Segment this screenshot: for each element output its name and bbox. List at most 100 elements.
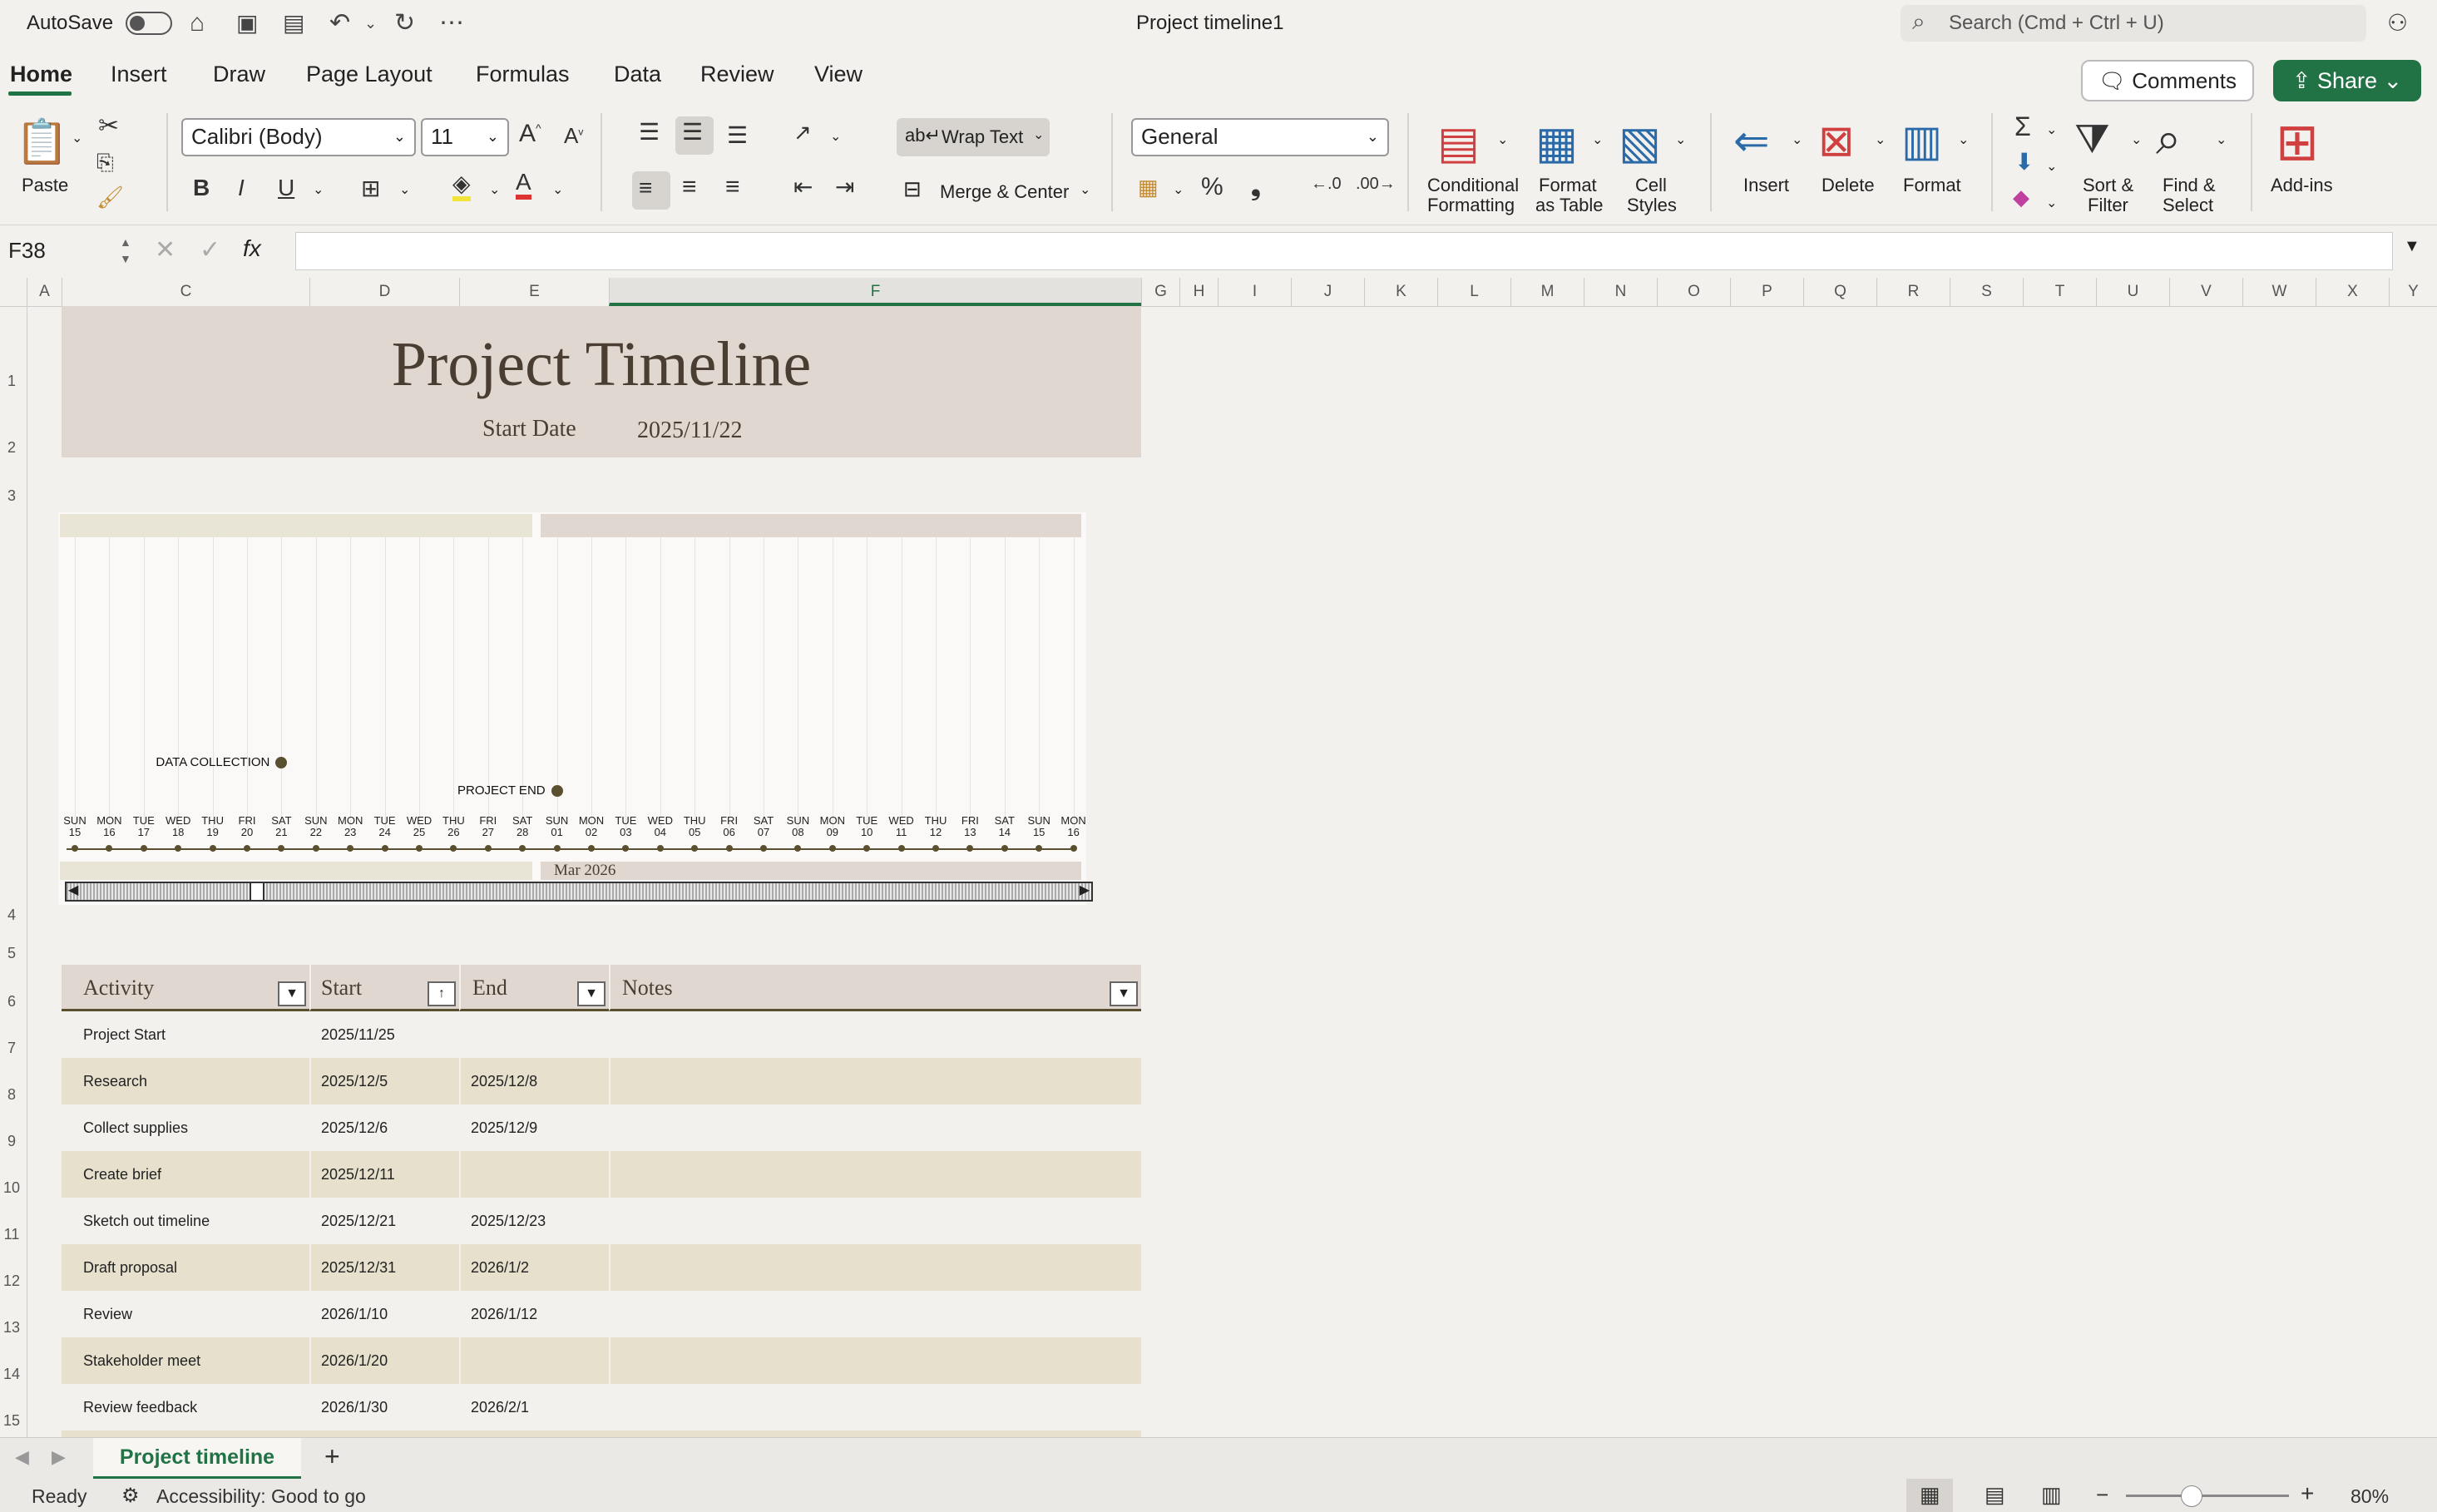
prev-sheet-icon[interactable]: ◀ [15,1446,29,1468]
chevron-down-icon[interactable]: ⌄ [2046,195,2057,211]
format-painter-icon[interactable]: 🖌 [96,185,124,210]
cell-start[interactable]: 2025/11/25 [321,1011,395,1058]
comma-style-icon[interactable]: ❟ [1251,173,1261,201]
conditional-formatting-label-1[interactable]: Conditional [1427,175,1519,195]
table-row[interactable]: Stakeholder meet 2026/1/20 [62,1337,1141,1384]
row-header[interactable]: 12 [0,1272,23,1290]
orientation-icon[interactable]: ↗ [793,120,812,146]
column-header[interactable]: K [1364,278,1437,306]
normal-view-button[interactable]: ▦ [1906,1479,1953,1512]
cut-icon[interactable]: ✂ [98,111,119,141]
table-row[interactable]: Collect supplies 2025/12/6 2025/12/9 [62,1104,1141,1151]
save-icon[interactable]: ▣ [236,0,258,47]
name-box-stepper-icon[interactable]: ▲ ▼ [120,234,131,267]
cell-end[interactable]: 2025/12/23 [471,1198,546,1244]
chevron-down-icon[interactable]: ⌄ [1958,131,1969,148]
sort-filter-label-2[interactable]: Filter [2088,195,2128,215]
cell-styles-icon[interactable]: ▧ [1619,116,1661,169]
cell-styles-label-2[interactable]: Styles [1627,195,1677,215]
row-header[interactable]: 2 [0,439,23,457]
column-header[interactable]: N [1584,278,1657,306]
column-header[interactable]: T [2023,278,2096,306]
cell-activity[interactable]: Review feedback [83,1384,197,1430]
tab-insert[interactable]: Insert [111,62,167,87]
conditional-formatting-icon[interactable]: ▤ [1437,116,1480,169]
chevron-down-icon[interactable]: ⌄ [2131,131,2142,148]
delete-cells-label[interactable]: Delete [1822,175,1875,195]
tab-review[interactable]: Review [700,62,774,87]
chevron-down-icon[interactable]: ⌄ [2046,121,2057,138]
cell-start[interactable]: 2025/12/6 [321,1104,388,1151]
format-as-table-icon[interactable]: ▦ [1535,116,1578,169]
sheet-tab-project-timeline[interactable]: Project timeline [93,1438,301,1480]
row-header[interactable]: 5 [0,945,23,962]
row-header[interactable]: 9 [0,1133,23,1150]
cell-styles-label-1[interactable]: Cell [1635,175,1667,195]
comments-button[interactable]: 🗨 Comments [2081,60,2254,101]
paste-dropdown-icon[interactable]: ⌄ [72,130,82,146]
filter-dropdown-icon[interactable]: ▼ [577,981,606,1006]
zoom-slider[interactable] [2126,1495,2289,1497]
cell-start[interactable]: 2025/12/11 [321,1151,395,1198]
add-ins-label[interactable]: Add-ins [2271,175,2333,195]
zoom-slider-thumb[interactable] [2181,1485,2202,1507]
column-header[interactable]: V [2169,278,2242,306]
name-box[interactable]: F38 [5,232,133,269]
column-header[interactable]: W [2242,278,2316,306]
formula-input[interactable] [295,232,2393,270]
next-sheet-icon[interactable]: ▶ [52,1446,66,1468]
cell-start[interactable]: 2026/1/30 [321,1384,388,1430]
fill-icon[interactable]: ⬇ [2014,148,2034,175]
autosave-toggle[interactable] [126,12,172,35]
italic-button[interactable]: I [238,175,245,201]
row-header[interactable]: 3 [0,487,23,505]
underline-button[interactable]: U [278,175,294,201]
row-header[interactable]: 4 [0,907,23,924]
tab-draw[interactable]: Draw [213,62,265,87]
autosum-icon[interactable]: Σ [2014,111,2031,142]
table-row[interactable]: Review feedback 2026/1/30 2026/2/1 [62,1384,1141,1430]
align-center-icon[interactable]: ≡ [682,173,697,201]
column-header[interactable]: A [27,278,62,306]
chevron-down-icon[interactable]: ⌄ [2046,158,2057,175]
row-header[interactable]: 6 [0,993,23,1010]
insert-cells-label[interactable]: Insert [1743,175,1789,195]
column-header[interactable]: D [309,278,459,306]
clear-icon[interactable]: ◆ [2013,185,2029,210]
undo-dropdown-icon[interactable]: ⌄ [364,0,377,47]
merge-center-icon[interactable]: ⊟ [903,176,922,202]
column-header[interactable]: P [1730,278,1803,306]
chevron-down-icon[interactable]: ⌄ [1792,131,1802,148]
column-header[interactable]: L [1437,278,1510,306]
column-header[interactable]: O [1657,278,1730,306]
expand-formula-icon[interactable]: ▼ [2404,237,2420,256]
more-icon[interactable]: ⋯ [439,0,464,47]
row-header[interactable]: 14 [0,1366,23,1383]
number-format-select[interactable]: General ⌄ [1131,118,1389,156]
insert-function-button[interactable]: fx [243,235,261,262]
tab-view[interactable]: View [814,62,863,87]
column-header[interactable]: R [1876,278,1950,306]
chevron-down-icon[interactable]: ⌄ [1675,131,1686,148]
borders-icon[interactable]: ⊞ [361,175,380,202]
format-cells-icon[interactable]: ▥ [1901,116,1942,166]
page-layout-view-icon[interactable]: ▤ [1985,1482,2005,1508]
increase-decimal-icon[interactable]: ←.0 [1311,175,1342,194]
chevron-down-icon[interactable]: ⌄ [1875,131,1886,148]
underline-dropdown-icon[interactable]: ⌄ [313,181,324,198]
find-select-label-2[interactable]: Select [2163,195,2213,215]
row-header[interactable]: 13 [0,1319,23,1337]
chevron-down-icon[interactable]: ⌄ [2216,131,2227,148]
font-color-icon[interactable]: A [516,170,531,200]
redo-icon[interactable]: ↻ [394,0,415,47]
tab-data[interactable]: Data [614,62,661,87]
accounting-dropdown-icon[interactable]: ⌄ [1173,181,1184,198]
cell-start[interactable]: 2026/1/10 [321,1291,388,1337]
merge-center-button[interactable]: Merge & Center [940,181,1069,202]
row-header[interactable]: 1 [0,373,23,390]
orientation-dropdown-icon[interactable]: ⌄ [830,128,841,145]
column-header[interactable]: Q [1803,278,1876,306]
align-right-icon[interactable]: ≡ [725,173,740,201]
increase-indent-icon[interactable]: ⇥ [835,173,854,200]
zoom-out-icon[interactable]: − [2096,1482,2108,1508]
